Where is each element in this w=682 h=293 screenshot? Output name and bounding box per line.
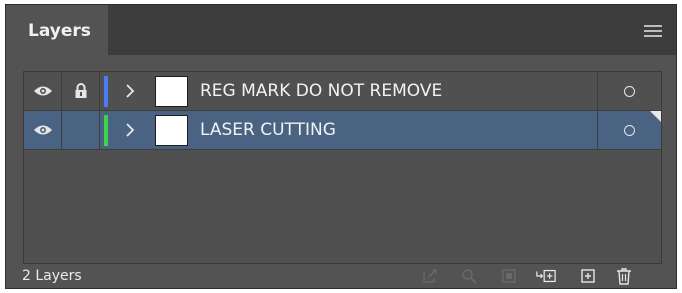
expand-chevron-icon[interactable]: [120, 72, 140, 110]
visibility-toggle[interactable]: [24, 111, 62, 149]
target-circle-icon: [624, 85, 635, 97]
hamburger-menu-icon[interactable]: [644, 25, 662, 38]
layer-color-swatch: [104, 115, 108, 146]
lock-toggle[interactable]: [62, 72, 100, 110]
layer-name[interactable]: LASER CUTTING: [200, 111, 591, 149]
tab-layers[interactable]: Layers: [6, 5, 108, 57]
selected-art-indicator: [650, 111, 661, 122]
layer-thumbnail: [155, 76, 188, 107]
layer-row-reg-mark[interactable]: REG MARK DO NOT REMOVE: [24, 72, 661, 111]
target-circle-icon: [624, 124, 635, 136]
target-button[interactable]: [597, 111, 661, 149]
search-icon[interactable]: [459, 266, 479, 286]
new-sublayer-icon[interactable]: [536, 266, 556, 286]
visibility-toggle[interactable]: [24, 72, 62, 110]
new-layer-icon[interactable]: [578, 266, 598, 286]
layer-row-laser-cutting[interactable]: LASER CUTTING: [24, 111, 661, 150]
export-icon[interactable]: [420, 266, 440, 286]
target-button[interactable]: [597, 72, 661, 110]
panel-footer: 2 Layers: [6, 264, 676, 290]
layer-name[interactable]: REG MARK DO NOT REMOVE: [200, 72, 591, 110]
lock-icon: [75, 83, 86, 98]
layer-color-swatch: [104, 76, 108, 107]
panel-tab-bar: Layers: [6, 5, 676, 57]
clipping-mask-icon[interactable]: [499, 266, 519, 286]
layers-list: REG MARK DO NOT REMOVE LASER CUTTING: [23, 71, 662, 264]
layer-thumbnail: [155, 115, 188, 146]
lock-toggle[interactable]: [62, 111, 100, 149]
eye-icon: [33, 86, 52, 96]
expand-chevron-icon[interactable]: [120, 111, 140, 149]
layer-count: 2 Layers: [22, 268, 82, 284]
trash-icon[interactable]: [614, 266, 634, 286]
eye-icon: [33, 125, 52, 135]
layers-panel: Layers REG MARK DO NOT REMOVE LASER CUTT…: [5, 4, 677, 289]
